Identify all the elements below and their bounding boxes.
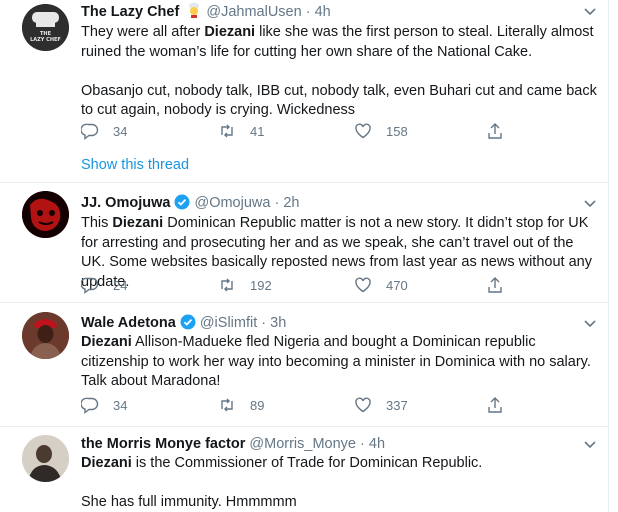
separator: ·	[305, 4, 311, 20]
reply-button[interactable]: 34	[81, 122, 127, 140]
share-button[interactable]	[486, 276, 504, 294]
separator: ·	[274, 195, 280, 211]
avatar[interactable]	[22, 191, 69, 238]
display-name[interactable]: the Morris Monye factor	[81, 436, 245, 452]
like-count: 337	[386, 397, 408, 413]
avatar[interactable]	[22, 435, 69, 482]
display-name[interactable]: Wale Adetona	[81, 315, 176, 331]
keyword-highlight: Diezani	[81, 334, 132, 350]
tweet-actions: 34 41 158	[81, 122, 531, 140]
retweet-count: 89	[250, 397, 265, 413]
reply-icon	[81, 277, 99, 294]
like-button[interactable]: 158	[354, 122, 408, 140]
timestamp[interactable]: 4h	[315, 4, 331, 20]
tweet-header: JJ. Omojuwa @Omojuwa · 2h	[81, 194, 300, 212]
tweet-text-part: This	[81, 215, 113, 231]
like-count: 470	[386, 277, 408, 293]
lazy-chef-logo: THE LAZY CHEF	[22, 4, 69, 51]
chevron-down-icon[interactable]	[583, 4, 597, 18]
separator: ·	[261, 315, 267, 331]
keyword-highlight: Diezani	[204, 24, 256, 40]
like-count: 158	[386, 123, 408, 139]
share-button[interactable]	[486, 396, 504, 414]
timestamp[interactable]: 4h	[369, 436, 385, 452]
tweet-text-part: They were all after	[81, 24, 205, 40]
display-name[interactable]: JJ. Omojuwa	[81, 195, 170, 211]
avatar-image	[22, 312, 69, 359]
svg-text:LAZY CHEF: LAZY CHEF	[30, 37, 61, 43]
avatar[interactable]	[22, 312, 69, 359]
retweet-count: 192	[250, 277, 272, 293]
chevron-down-icon[interactable]	[583, 437, 597, 451]
tweet-header: Wale Adetona @iSlimfit · 3h	[81, 314, 286, 332]
chevron-down-icon[interactable]	[583, 196, 597, 210]
tweet-actions: 34 89 337	[81, 396, 531, 414]
heart-icon	[355, 277, 371, 293]
tweet-text-part: is the Commissioner of Trade for Dominic…	[131, 455, 483, 471]
share-button[interactable]	[486, 122, 504, 140]
reply-button[interactable]: 34	[81, 396, 127, 414]
tweet-card[interactable]: JJ. Omojuwa @Omojuwa · 2h This Diezani D…	[0, 183, 608, 303]
heart-icon	[355, 397, 371, 413]
tweet-header: The Lazy Chef @JahmalUsen · 4h	[81, 2, 331, 21]
share-icon	[488, 123, 502, 139]
tweet-text-paragraph: She has full immunity. Hmmmmm	[81, 494, 297, 510]
retweet-button[interactable]: 41	[218, 122, 264, 140]
reply-icon	[81, 123, 99, 140]
tweet-text: They were all after Diezani like she was…	[81, 23, 601, 121]
tweet-text: Diezani is the Commissioner of Trade for…	[81, 454, 601, 512]
tweet-header: the Morris Monye factor @Morris_Monye · …	[81, 435, 385, 453]
tweet-card[interactable]: Wale Adetona @iSlimfit · 3h Diezani Alli…	[0, 303, 608, 427]
avatar-image	[22, 191, 69, 238]
like-button[interactable]: 337	[354, 396, 408, 414]
tweet-card[interactable]: the Morris Monye factor @Morris_Monye · …	[0, 427, 608, 512]
tweet-text-paragraph: Obasanjo cut, nobody talk, IBB cut, nobo…	[81, 82, 597, 119]
chef-emoji-icon	[189, 2, 200, 18]
avatar-image	[22, 435, 69, 482]
user-handle[interactable]: @iSlimfit	[200, 315, 257, 331]
retweet-button[interactable]: 89	[218, 396, 264, 414]
retweet-icon	[221, 278, 233, 292]
like-button[interactable]: 470	[354, 276, 408, 294]
tweet-card[interactable]: THE LAZY CHEF The Lazy Chef @JahmalUsen …	[0, 0, 608, 183]
reply-button[interactable]: 24	[81, 276, 127, 294]
tweet-text-part: Allison-Madueke fled Nigeria and bought …	[81, 334, 591, 389]
timestamp[interactable]: 3h	[270, 315, 286, 331]
display-name[interactable]: The Lazy Chef	[81, 4, 179, 20]
tweet-text: Diezani Allison-Madueke fled Nigeria and…	[81, 333, 601, 392]
share-icon	[488, 397, 502, 413]
keyword-highlight: Diezani	[112, 215, 164, 231]
user-handle[interactable]: @JahmalUsen	[206, 4, 301, 20]
separator: ·	[360, 436, 365, 452]
user-handle[interactable]: @Morris_Monye	[249, 436, 356, 452]
retweet-icon	[221, 124, 233, 138]
tweet-actions: 24 192 470	[81, 276, 531, 294]
tweet-feed: THE LAZY CHEF The Lazy Chef @JahmalUsen …	[0, 0, 609, 512]
retweet-icon	[221, 398, 233, 412]
verified-badge-icon	[174, 194, 190, 210]
avatar[interactable]: THE LAZY CHEF	[22, 4, 69, 51]
user-handle[interactable]: @Omojuwa	[194, 195, 270, 211]
reply-count: 24	[113, 277, 128, 293]
retweet-button[interactable]: 192	[218, 276, 272, 294]
verified-badge-icon	[180, 314, 196, 330]
chevron-down-icon[interactable]	[583, 316, 597, 330]
reply-count: 34	[113, 397, 128, 413]
share-icon	[488, 277, 502, 293]
retweet-count: 41	[250, 123, 265, 139]
show-thread-link[interactable]: Show this thread	[81, 157, 189, 173]
keyword-highlight: Diezani	[81, 455, 132, 471]
heart-icon	[355, 123, 371, 139]
reply-icon	[81, 397, 99, 414]
timestamp[interactable]: 2h	[283, 195, 299, 211]
reply-count: 34	[113, 123, 128, 139]
